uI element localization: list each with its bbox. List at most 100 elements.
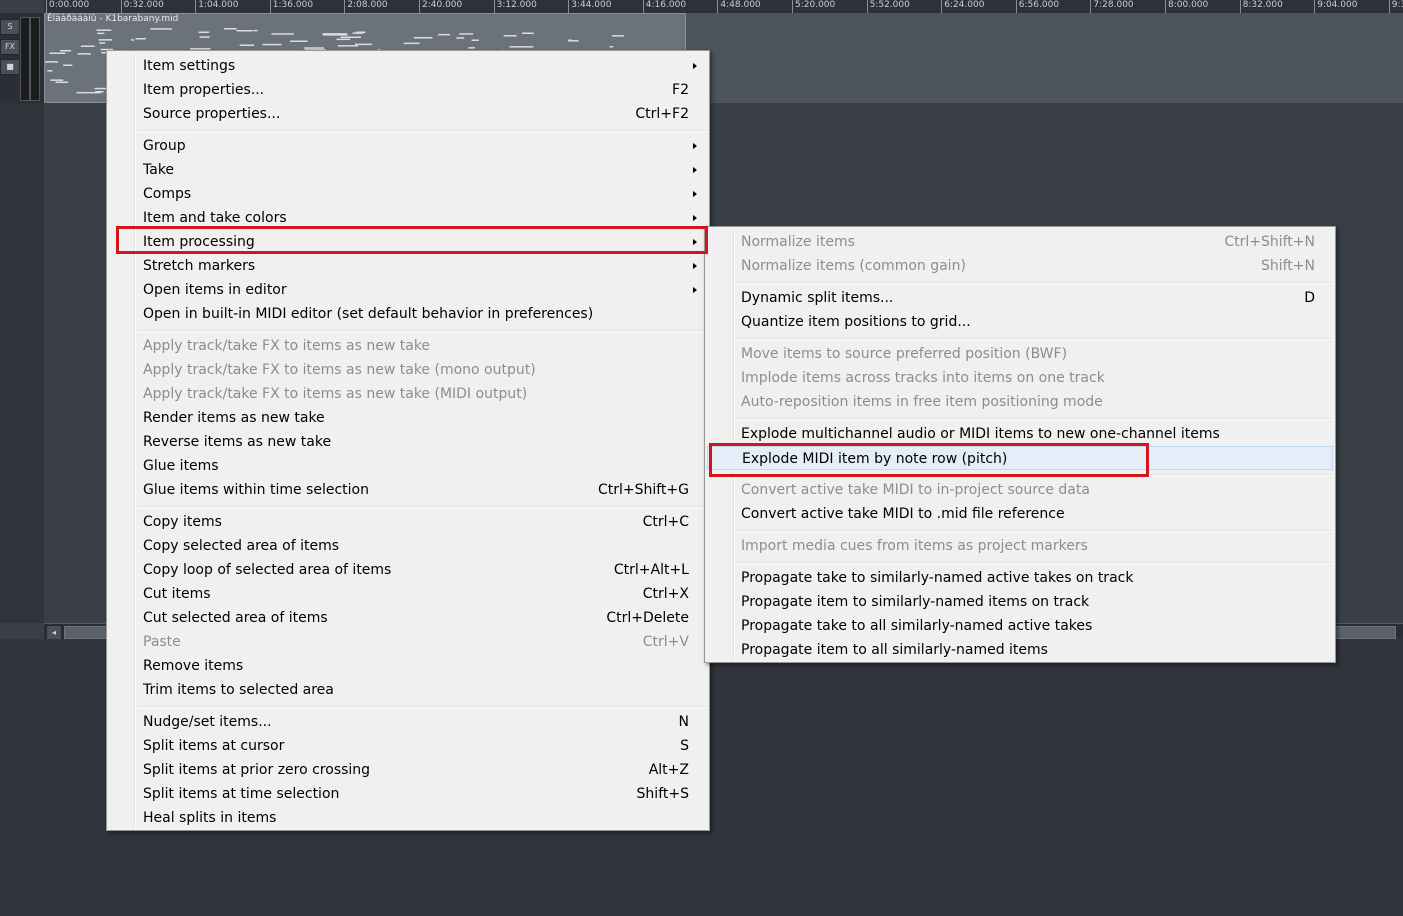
menu-item-implode-items-across-tracks-into-items-on-one-track[interactable]: Implode items across tracks into items o…	[707, 366, 1333, 390]
midi-note	[413, 37, 433, 39]
midi-note	[303, 47, 324, 49]
solo-button[interactable]: S	[0, 19, 20, 35]
midi-note	[60, 50, 72, 52]
menu-item-label: Convert active take MIDI to .mid file re…	[741, 506, 1065, 522]
menu-item-split-items-at-cursor[interactable]: Split items at cursor S	[109, 734, 707, 758]
menu-item-label: Copy selected area of items	[143, 538, 340, 554]
menu-item-propagate-take-to-similarly-named-active-takes-on-track[interactable]: Propagate take to similarly-named active…	[707, 566, 1333, 590]
envelope-button[interactable]: ■	[0, 59, 20, 75]
midi-note	[262, 43, 282, 46]
menu-item-open-items-in-editor[interactable]: Open items in editor	[109, 278, 707, 302]
menu-item-label: Item properties...	[143, 82, 265, 98]
menu-item-label: Heal splits in items	[143, 810, 277, 826]
menu-item-glue-items-within-time-selection[interactable]: Glue items within time selection Ctrl+Shi…	[109, 478, 707, 502]
ruler-tick: 2:08.000	[344, 0, 388, 13]
menu-item-remove-items[interactable]: Remove items	[109, 654, 707, 678]
menu-item-auto-reposition-items-in-free-item-positioning-mode[interactable]: Auto-reposition items in free item posit…	[707, 390, 1333, 414]
menu-item-take[interactable]: Take	[109, 158, 707, 182]
menu-separator	[735, 418, 1333, 420]
menu-item-source-properties[interactable]: Source properties... Ctrl+F2	[109, 102, 707, 126]
ruler-tick: 5:52.000	[866, 0, 910, 13]
menu-item-label: Stretch markers	[143, 258, 256, 274]
submenu-arrow-icon	[693, 167, 697, 173]
menu-item-propagate-take-to-all-similarly-named-active-takes[interactable]: Propagate take to all similarly-named ac…	[707, 614, 1333, 638]
menu-item-label: Item processing	[143, 234, 255, 250]
menu-item-cut-selected-area-of-items[interactable]: Cut selected area of items Ctrl+Delete	[109, 606, 707, 630]
menu-item-normalize-items-common-gain[interactable]: Normalize items (common gain) Shift+N	[707, 254, 1333, 278]
menu-item-shortcut: Ctrl+X	[642, 586, 689, 602]
menu-item-shortcut: Ctrl+F2	[635, 106, 689, 122]
menu-item-label: Normalize items	[741, 234, 855, 250]
scroll-left-icon[interactable]: ◂	[46, 625, 62, 640]
menu-item-glue-items[interactable]: Glue items	[109, 454, 707, 478]
menu-item-label: Glue items	[143, 458, 219, 474]
menu-separator	[735, 530, 1333, 532]
menu-item-explode-multichannel-audio-or-midi-items-to-new-one-channel-items[interactable]: Explode multichannel audio or MIDI items…	[707, 422, 1333, 446]
menu-item-label: Split items at cursor	[143, 738, 285, 754]
midi-note	[322, 33, 347, 35]
menu-item-propagate-item-to-all-similarly-named-items[interactable]: Propagate item to all similarly-named it…	[707, 638, 1333, 662]
menu-item-group[interactable]: Group	[109, 134, 707, 158]
menu-item-nudge-set-items[interactable]: Nudge/set items... N	[109, 710, 707, 734]
midi-note	[522, 32, 534, 34]
menu-item-shortcut: Ctrl+V	[642, 634, 689, 650]
menu-item-shortcut: Ctrl+C	[642, 514, 689, 530]
menu-item-propagate-item-to-similarly-named-items-on-track[interactable]: Propagate item to similarly-named items …	[707, 590, 1333, 614]
menu-item-stretch-markers[interactable]: Stretch markers	[109, 254, 707, 278]
midi-note	[271, 33, 294, 35]
menu-item-item-processing[interactable]: Item processing	[109, 230, 707, 254]
menu-item-shortcut: F2	[672, 82, 689, 98]
menu-item-import-media-cues-from-items-as-project-markers[interactable]: Import media cues from items as project …	[707, 534, 1333, 558]
menu-item-label: Explode multichannel audio or MIDI items…	[741, 426, 1220, 442]
midi-note	[337, 45, 359, 47]
menu-item-label: Import media cues from items as project …	[741, 538, 1088, 554]
menu-item-copy-selected-area-of-items[interactable]: Copy selected area of items	[109, 534, 707, 558]
ruler-tick: 3:12.000	[493, 0, 537, 13]
menu-separator	[137, 330, 707, 332]
menu-item-shortcut: N	[678, 714, 689, 730]
menu-item-dynamic-split-items[interactable]: Dynamic split items... D	[707, 286, 1333, 310]
timeline-ruler[interactable]: 0:00.000 0:32.000 1:04.000 1:36.000 2:08.000…	[44, 0, 1403, 14]
menu-item-convert-active-take-midi-to-mid-file-reference[interactable]: Convert active take MIDI to .mid file re…	[707, 502, 1333, 526]
menu-item-label: Propagate take to similarly-named active…	[741, 570, 1134, 586]
submenu-arrow-icon	[693, 239, 697, 245]
menu-item-shortcut: Shift+N	[1260, 258, 1315, 274]
menu-item-apply-track-take-fx-to-items-as-new-take-mono-output[interactable]: Apply track/take FX to items as new take…	[109, 358, 707, 382]
midi-note	[352, 32, 364, 34]
menu-item-reverse-items-as-new-take[interactable]: Reverse items as new take	[109, 430, 707, 454]
menu-item-render-items-as-new-take[interactable]: Render items as new take	[109, 406, 707, 430]
menu-item-label: Split items at time selection	[143, 786, 340, 802]
menu-item-comps[interactable]: Comps	[109, 182, 707, 206]
menu-item-heal-splits-in-items[interactable]: Heal splits in items	[109, 806, 707, 830]
menu-item-item-settings[interactable]: Item settings	[109, 54, 707, 78]
item-context-menu: Item settings Item properties... F2 Source …	[106, 50, 710, 831]
menu-item-label: Propagate item to similarly-named items …	[741, 594, 1090, 610]
menu-item-cut-items[interactable]: Cut items Ctrl+X	[109, 582, 707, 606]
menu-item-label: Remove items	[143, 658, 244, 674]
midi-note	[96, 29, 112, 31]
menu-item-label: Move items to source preferred position …	[741, 346, 1068, 362]
ruler-tick: 5:20.000	[792, 0, 835, 13]
ruler-tick: 9:04.000	[1314, 0, 1357, 13]
menu-item-item-properties[interactable]: Item properties... F2	[109, 78, 707, 102]
menu-item-split-items-at-prior-zero-crossing[interactable]: Split items at prior zero crossing Alt+Z	[109, 758, 707, 782]
menu-item-paste[interactable]: Paste Ctrl+V	[109, 630, 707, 654]
menu-item-quantize-item-positions-to-grid[interactable]: Quantize item positions to grid...	[707, 310, 1333, 334]
midi-note	[355, 43, 372, 46]
menu-item-open-in-built-in-midi-editor-set-default-behavior-in-preferences[interactable]: Open in built-in MIDI editor (set defaul…	[109, 302, 707, 326]
menu-item-normalize-items[interactable]: Normalize items Ctrl+Shift+N	[707, 230, 1333, 254]
menu-item-convert-active-take-midi-to-in-project-source-data[interactable]: Convert active take MIDI to in-project s…	[707, 478, 1333, 502]
menu-item-trim-items-to-selected-area[interactable]: Trim items to selected area	[109, 678, 707, 702]
ruler-tick: 6:24.000	[941, 0, 984, 13]
menu-item-apply-track-take-fx-to-items-as-new-take-midi-output[interactable]: Apply track/take FX to items as new take…	[109, 382, 707, 406]
midi-note	[223, 28, 237, 30]
fx-button[interactable]: FX	[0, 39, 20, 55]
menu-item-split-items-at-time-selection[interactable]: Split items at time selection Shift+S	[109, 782, 707, 806]
menu-item-apply-track-take-fx-to-items-as-new-take[interactable]: Apply track/take FX to items as new take	[109, 334, 707, 358]
menu-item-copy-items[interactable]: Copy items Ctrl+C	[109, 510, 707, 534]
ruler-tick: 7:28.000	[1090, 0, 1134, 13]
menu-item-explode-midi-item-by-note-row-pitch[interactable]: Explode MIDI item by note row (pitch)	[707, 446, 1333, 470]
menu-item-move-items-to-source-preferred-position-bwf[interactable]: Move items to source preferred position …	[707, 342, 1333, 366]
menu-item-copy-loop-of-selected-area-of-items[interactable]: Copy loop of selected area of items Ctrl+…	[109, 558, 707, 582]
menu-item-item-and-take-colors[interactable]: Item and take colors	[109, 206, 707, 230]
